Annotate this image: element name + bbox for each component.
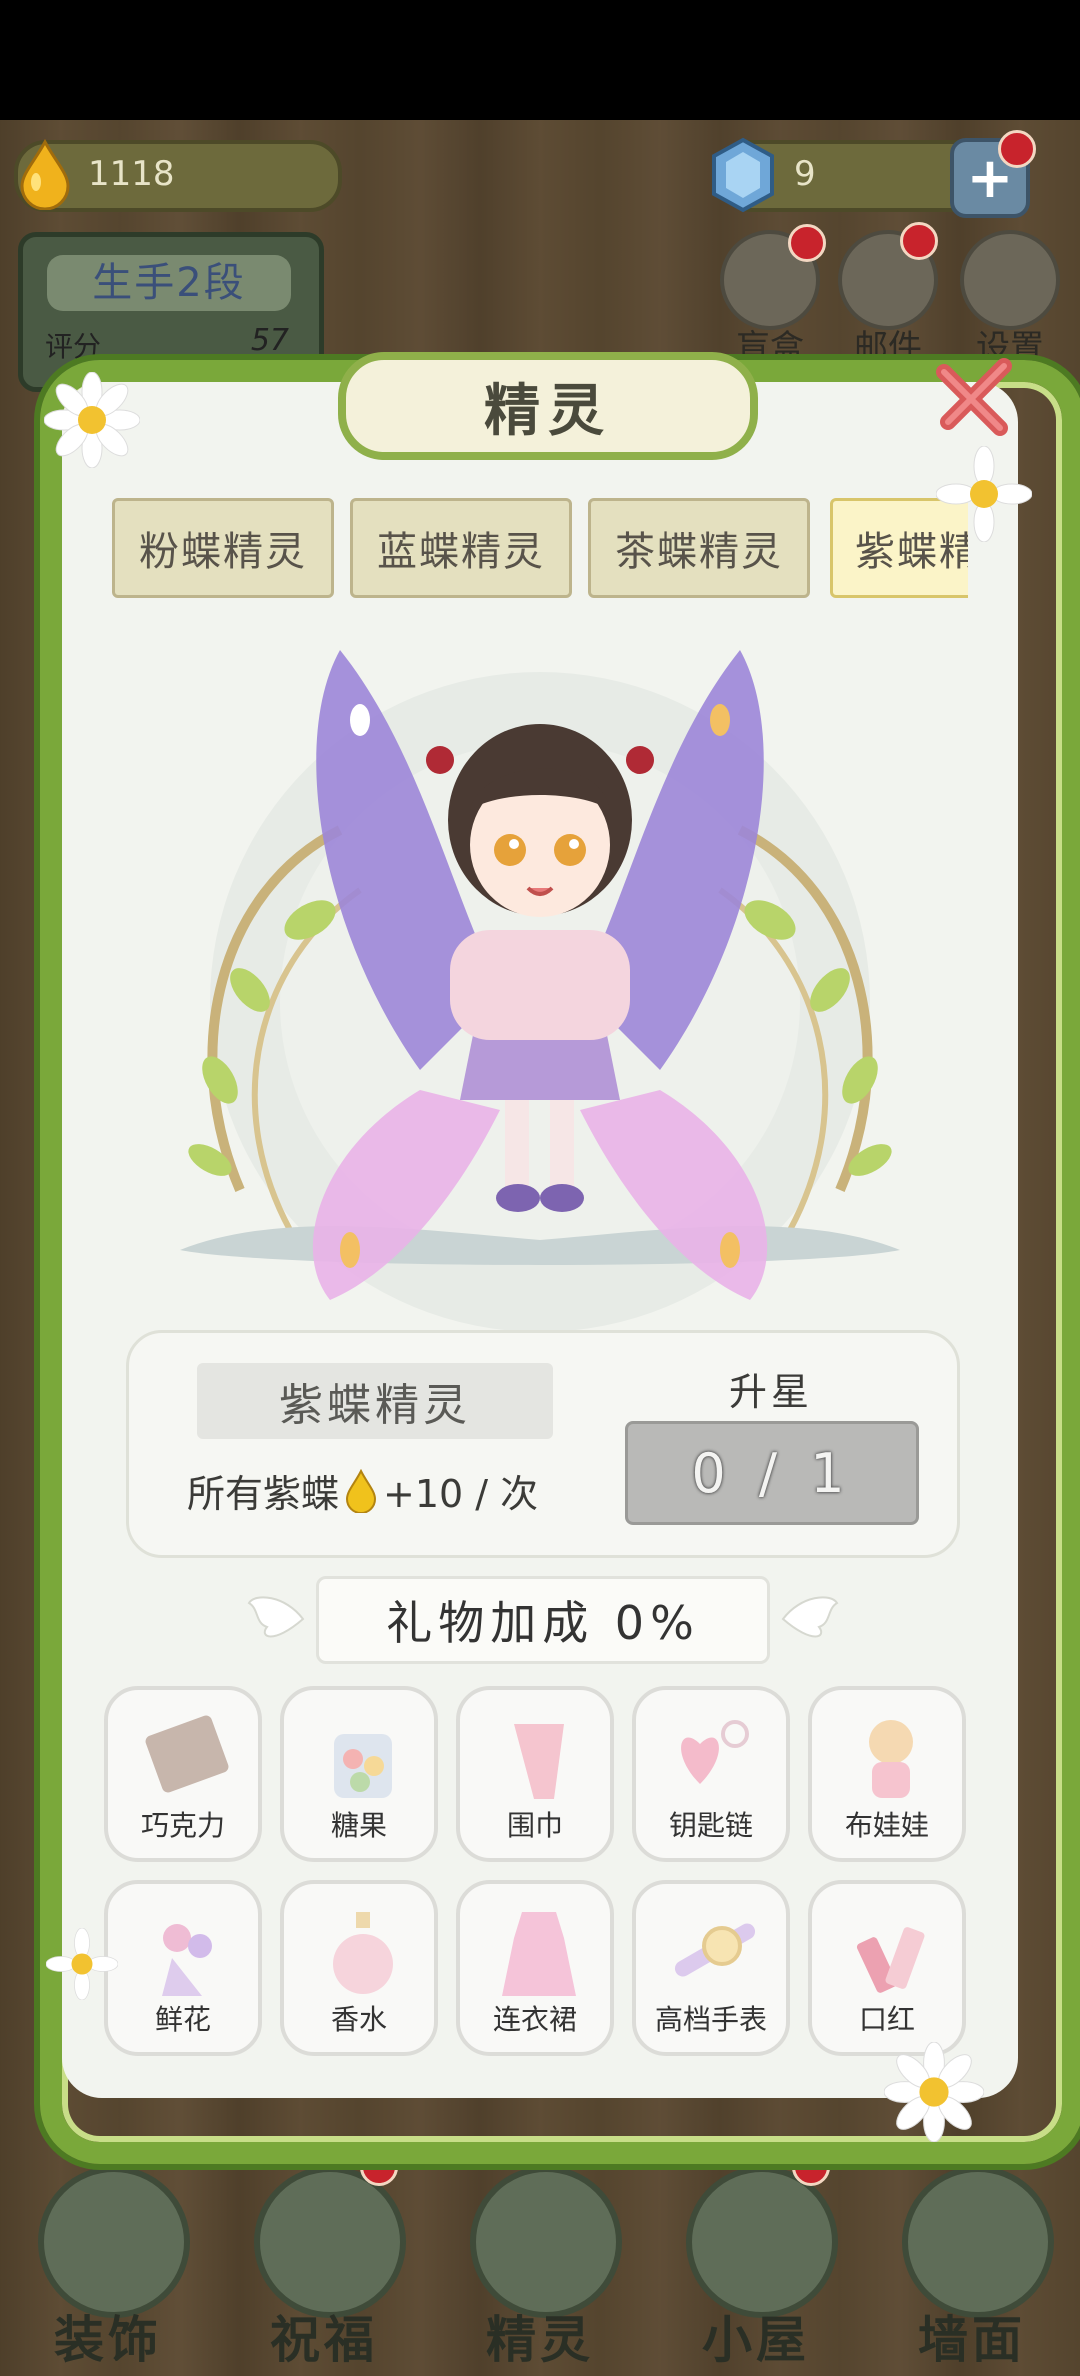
fairy-icon [470,2166,622,2318]
fairy-tabs: 粉蝶精灵 蓝蝶精灵 茶蝶精灵 紫蝶精 [112,498,968,604]
nav-label: 精灵 [486,2311,594,2369]
daisy-icon [44,372,140,468]
bonus-suffix: +10 / 次 [383,1472,539,1516]
perfume-icon [333,1912,393,1994]
gift-bonus-header: 礼物加成 0% [247,1576,839,1664]
gift-keychain[interactable]: 钥匙链 [632,1686,790,1862]
close-icon[interactable] [930,352,1020,442]
nav-blessing[interactable]: 祝福 [234,2130,414,2376]
watch-icon [674,1923,756,1977]
gift-label: 鲜花 [154,2003,211,2036]
daisy-icon [936,446,1032,542]
keychain-icon [681,1720,749,1784]
fairy-bonus: 所有紫蝶 +10 / 次 [187,1463,538,1518]
fairy-illustration [180,650,900,1300]
gift-bonus-title: 礼物加成 0% [386,1596,700,1650]
nav-fairy[interactable]: 精灵 [450,2130,630,2376]
panel-title: 精灵 [338,352,758,460]
rank-title: 生手2段 [47,255,291,311]
lipstick-icon [856,1927,925,1993]
gift-label: 口红 [858,2003,915,2036]
gift-perfume[interactable]: 香水 [280,1880,438,2056]
wing-right-icon [781,1596,839,1638]
drop-icon [20,138,70,210]
gift-label: 糖果 [330,1809,387,1842]
notification-dot [788,224,826,262]
nav-label: 小屋 [702,2311,810,2369]
notification-dot [900,222,938,260]
gems-value: 9 [794,154,816,194]
settings-button[interactable]: 设置 [960,230,1060,369]
gift-label: 钥匙链 [668,1809,753,1842]
tab-blue-butterfly[interactable]: 蓝蝶精灵 [350,498,572,598]
gift-doll[interactable]: 布娃娃 [808,1686,966,1862]
gift-lipstick[interactable]: 口红 [808,1880,966,2056]
nav-label: 墙面 [918,2311,1026,2369]
drop-icon [346,1468,377,1513]
scarf-icon [514,1724,564,1799]
gift-scarf[interactable]: 围巾 [456,1686,614,1862]
status-bar [0,0,1080,120]
bell-icon [902,2166,1054,2318]
nav-decoration[interactable]: 装饰 [18,2130,198,2376]
nav-label: 装饰 [54,2311,162,2369]
house-icon [686,2166,838,2318]
gift-label: 布娃娃 [844,1809,929,1842]
candy-icon [334,1734,392,1798]
gift-flowers[interactable]: 鲜花 [104,1880,262,2056]
chocolate-icon [145,1715,229,1793]
blind-box-button[interactable]: 盲盒 [720,224,826,369]
upstar-label: 升星 [729,1370,814,1414]
notification-dot [998,130,1036,168]
gift-candy[interactable]: 糖果 [280,1686,438,1862]
gift-label: 围巾 [506,1809,563,1842]
score-value: 57 [250,323,289,358]
daisy-icon [46,1928,118,2000]
fairy-info-card: 紫蝶精灵 所有紫蝶 +10 / 次 升星 0 / 1 [126,1330,960,1558]
daisy-icon [884,2042,984,2142]
nav-label: 祝福 [270,2311,378,2369]
gift-watch[interactable]: 高档手表 [632,1880,790,2056]
drops-counter: 1118 [14,138,342,212]
upstar-button[interactable]: 0 / 1 [625,1421,919,1525]
gift-dress[interactable]: 连衣裙 [456,1880,614,2056]
nav-wall[interactable]: 墙面 [882,2130,1062,2376]
flowers-icon [162,1924,212,1996]
gift-label: 巧克力 [140,1809,225,1842]
wing-left-icon [247,1596,305,1638]
mail-button[interactable]: 邮件 [838,222,938,369]
tab-pink-butterfly[interactable]: 粉蝶精灵 [112,498,334,598]
drops-value: 1118 [88,154,175,194]
gift-label: 连衣裙 [492,2003,577,2036]
gift-label: 香水 [330,2003,387,2036]
gift-label: 高档手表 [654,2003,767,2036]
dress-icon [502,1912,576,1996]
fairy-name: 紫蝶精灵 [197,1363,553,1439]
score-label: 评分 [45,330,102,363]
gift-chocolate[interactable]: 巧克力 [104,1686,262,1862]
butterfly-icon [254,2166,406,2318]
doll-icon [869,1720,913,1798]
plant-icon [38,2166,190,2318]
gem-icon [712,137,774,213]
tab-tea-butterfly[interactable]: 茶蝶精灵 [588,498,810,598]
bottom-nav: 装饰 祝福 精灵 小屋 墙面 [0,2130,1080,2376]
gems-counter: 9 + [712,130,1036,218]
bonus-prefix: 所有紫蝶 [187,1472,340,1516]
gear-icon [960,230,1060,330]
nav-cottage[interactable]: 小屋 [666,2130,846,2376]
